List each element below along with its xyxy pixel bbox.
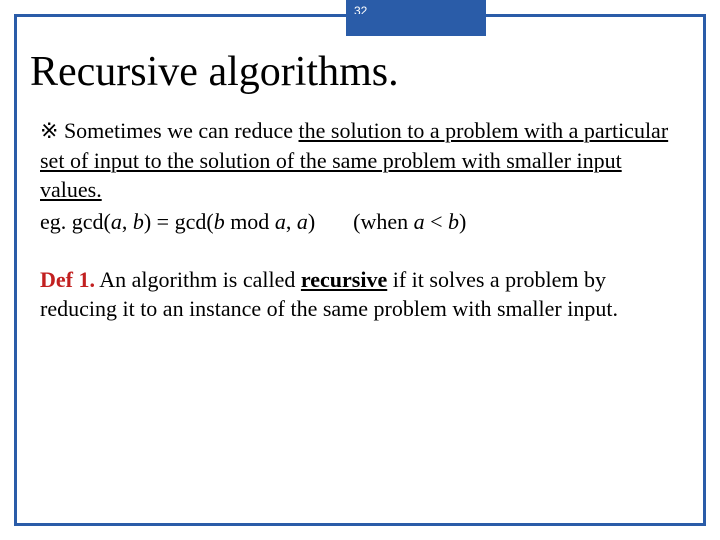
when-close: ) xyxy=(459,209,466,234)
var-b: b xyxy=(133,209,144,234)
intro-paragraph: ※ Sometimes we can reduce the solution t… xyxy=(40,116,680,237)
lt-text: < xyxy=(425,209,448,234)
mod-text: mod xyxy=(225,209,275,234)
var-a: a xyxy=(275,209,286,234)
example-line: eg. gcd(a, b) = gcd(b mod a, a)(when a <… xyxy=(40,207,680,237)
intro-lead: Sometimes we can reduce xyxy=(64,118,299,143)
eg-prefix: eg. gcd( xyxy=(40,209,111,234)
def-text-1: An algorithm is called xyxy=(95,267,301,292)
close-paren: ) xyxy=(308,209,315,234)
slide-body: ※ Sometimes we can reduce the solution t… xyxy=(40,116,680,324)
var-b: b xyxy=(448,209,459,234)
slide-title: Recursive algorithms. xyxy=(30,48,399,96)
definition-label: Def 1. xyxy=(40,267,95,292)
when-clause: (when a < b) xyxy=(353,207,466,237)
comma: , xyxy=(286,209,297,234)
keyword-recursive: recursive xyxy=(301,267,387,292)
comma: , xyxy=(122,209,133,234)
eq-mid: ) = gcd( xyxy=(144,209,214,234)
definition-paragraph: Def 1. An algorithm is called recursive … xyxy=(40,265,680,324)
var-a: a xyxy=(111,209,122,234)
when-open: (when xyxy=(353,209,413,234)
reference-mark: ※ xyxy=(40,118,64,143)
var-b: b xyxy=(214,209,225,234)
var-a: a xyxy=(414,209,425,234)
var-a: a xyxy=(297,209,308,234)
